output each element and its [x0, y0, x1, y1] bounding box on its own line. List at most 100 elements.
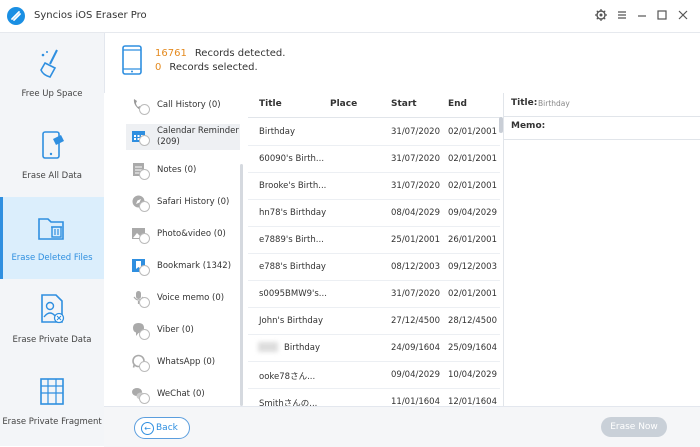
building-icon — [37, 375, 67, 407]
table-row[interactable]: 60090's Birth... 31/07/2020 02/01/2001 — [248, 145, 500, 173]
category-viber[interactable]: Viber (0) — [126, 318, 240, 344]
detail-title-value: Birthday — [538, 99, 570, 108]
category-radio[interactable] — [139, 265, 150, 276]
cell-title: 60090's Birth... — [259, 154, 325, 164]
detail-title-label: Title: — [511, 98, 538, 108]
erase-now-button[interactable]: Erase Now — [601, 417, 667, 437]
column-header-end[interactable]: End — [448, 99, 467, 109]
cell-title: Birthday — [259, 127, 296, 137]
cell-title: e7889's Birth... — [259, 235, 324, 245]
category-whatsapp[interactable]: WhatsApp (0) — [126, 350, 240, 376]
category-radio[interactable] — [139, 233, 150, 244]
category-radio[interactable] — [139, 329, 150, 340]
cell-start: 25/01/2001 — [391, 235, 440, 245]
category-scrollbar[interactable] — [240, 164, 243, 406]
records-summary: 16761 Records detected. 0 Records selected… — [104, 33, 700, 93]
detected-label: Records detected. — [194, 48, 286, 59]
column-header-place[interactable]: Place — [330, 99, 357, 109]
sidebar-item-label: Erase Private Fragment — [2, 417, 102, 427]
sidebar-item-erase-private-fragment[interactable]: Erase Private Fragment — [0, 361, 104, 443]
close-icon[interactable] — [675, 8, 691, 24]
table-row[interactable]: e788's Birthday 08/12/2003 09/12/2003 — [248, 253, 500, 281]
category-label: Notes (0) — [157, 165, 197, 175]
table-row[interactable]: e7889's Birth... 25/01/2001 26/01/2001 — [248, 226, 500, 254]
redacted-name — [258, 342, 278, 352]
category-calendar-reminder[interactable]: Calendar Reminder (209) — [126, 124, 240, 150]
table-row[interactable]: Smithさんの... 11/01/1604 12/01/1604 — [248, 388, 500, 409]
category-label: WhatsApp (0) — [157, 357, 216, 367]
phone-erase-icon — [37, 129, 67, 161]
detail-memo-row: Memo: — [504, 116, 700, 140]
category-label: Voice memo (0) — [157, 293, 225, 303]
category-radio[interactable] — [139, 104, 150, 115]
sidebar-item-erase-private-data[interactable]: Erase Private Data — [0, 279, 104, 361]
cell-end: 26/01/2001 — [448, 235, 497, 245]
category-list: Call History (0) Calendar Reminder (209)… — [104, 93, 242, 406]
category-label: Viber (0) — [157, 325, 194, 335]
sidebar-item-label: Erase Private Data — [12, 335, 92, 345]
cell-end: 10/04/2029 — [448, 370, 497, 380]
category-radio[interactable] — [139, 297, 150, 308]
table-row[interactable]: Birthday 31/07/2020 02/01/2001 — [248, 118, 500, 146]
sidebar-item-label: Erase Deleted Files — [11, 253, 93, 263]
cell-end: 28/12/4500 — [448, 316, 497, 326]
back-label: Back — [156, 423, 178, 433]
selected-label: Records selected. — [169, 62, 258, 73]
category-safari-history[interactable]: Safari History (0) — [126, 190, 240, 216]
sidebar-item-label: Free Up Space — [21, 89, 83, 99]
sidebar-item-free-up-space[interactable]: Free Up Space — [0, 33, 104, 115]
table-row[interactable]: ooke78さん... 09/04/2029 10/04/2029 — [248, 361, 500, 389]
cell-end: 02/01/2001 — [448, 181, 497, 191]
cell-title: e788's Birthday — [259, 262, 326, 272]
arrow-left-icon: ← — [141, 422, 154, 435]
category-radio[interactable] — [139, 361, 150, 372]
records-selected: 0 Records selected. — [155, 62, 258, 73]
cell-end: 02/01/2001 — [448, 127, 497, 137]
category-radio[interactable] — [139, 169, 150, 180]
category-radio[interactable] — [139, 135, 150, 146]
cell-start: 31/07/2020 — [391, 127, 440, 137]
maximize-icon[interactable] — [654, 8, 670, 24]
category-photo-video[interactable]: Photo&video (0) — [126, 222, 240, 248]
cell-title: ooke78さん... — [259, 372, 316, 382]
category-radio[interactable] — [139, 393, 150, 404]
menu-icon[interactable] — [614, 8, 630, 24]
cell-start: 08/04/2029 — [391, 208, 440, 218]
detected-count: 16761 — [155, 48, 187, 59]
cell-title: Brooke's Birth... — [259, 181, 327, 191]
sidebar-item-erase-all-data[interactable]: Erase All Data — [0, 115, 104, 197]
detail-panel: Title: Birthday Memo: — [503, 93, 700, 406]
selected-count: 0 — [155, 62, 162, 73]
category-label: Safari History (0) — [157, 197, 230, 207]
detail-title-row: Title: Birthday — [504, 93, 700, 117]
cell-start: 31/07/2020 — [391, 154, 440, 164]
category-label: Call History (0) — [157, 100, 221, 110]
category-wechat[interactable]: WeChat (0) — [126, 382, 240, 406]
table-row[interactable]: Birthday 24/09/1604 25/09/1604 — [248, 334, 500, 362]
category-bookmark[interactable]: Bookmark (1342) — [126, 254, 240, 280]
table-row[interactable]: Brooke's Birth... 31/07/2020 02/01/2001 — [248, 172, 500, 200]
sidebar-item-erase-deleted-files[interactable]: Erase Deleted Files — [0, 197, 104, 279]
table-row[interactable]: s0095BMW9's... 31/07/2020 02/01/2001 — [248, 280, 500, 308]
app-logo-icon — [7, 7, 25, 25]
category-radio[interactable] — [139, 201, 150, 212]
cell-start: 31/07/2020 — [391, 289, 440, 299]
settings-gear-icon[interactable] — [593, 8, 609, 24]
cell-title: hn78's Birthday — [259, 208, 327, 218]
category-label: Photo&video (0) — [157, 229, 226, 239]
column-header-title[interactable]: Title — [259, 99, 282, 109]
category-voice-memo[interactable]: Voice memo (0) — [126, 286, 240, 312]
category-notes[interactable]: Notes (0) — [126, 158, 240, 184]
cell-end: 02/01/2001 — [448, 289, 497, 299]
cell-end: 25/09/1604 — [448, 343, 497, 353]
table-row[interactable]: John's Birthday 27/12/4500 28/12/4500 — [248, 307, 500, 335]
table-row[interactable]: hn78's Birthday 08/04/2029 09/04/2029 — [248, 199, 500, 227]
phone-icon — [122, 45, 142, 75]
detail-memo-label: Memo: — [511, 121, 546, 131]
column-header-start[interactable]: Start — [391, 99, 417, 109]
cell-start: 09/04/2029 — [391, 370, 440, 380]
back-button[interactable]: ← Back — [134, 417, 190, 439]
minimize-icon[interactable] — [634, 8, 650, 24]
records-detected: 16761 Records detected. — [155, 48, 285, 59]
category-call-history[interactable]: Call History (0) — [126, 93, 240, 119]
